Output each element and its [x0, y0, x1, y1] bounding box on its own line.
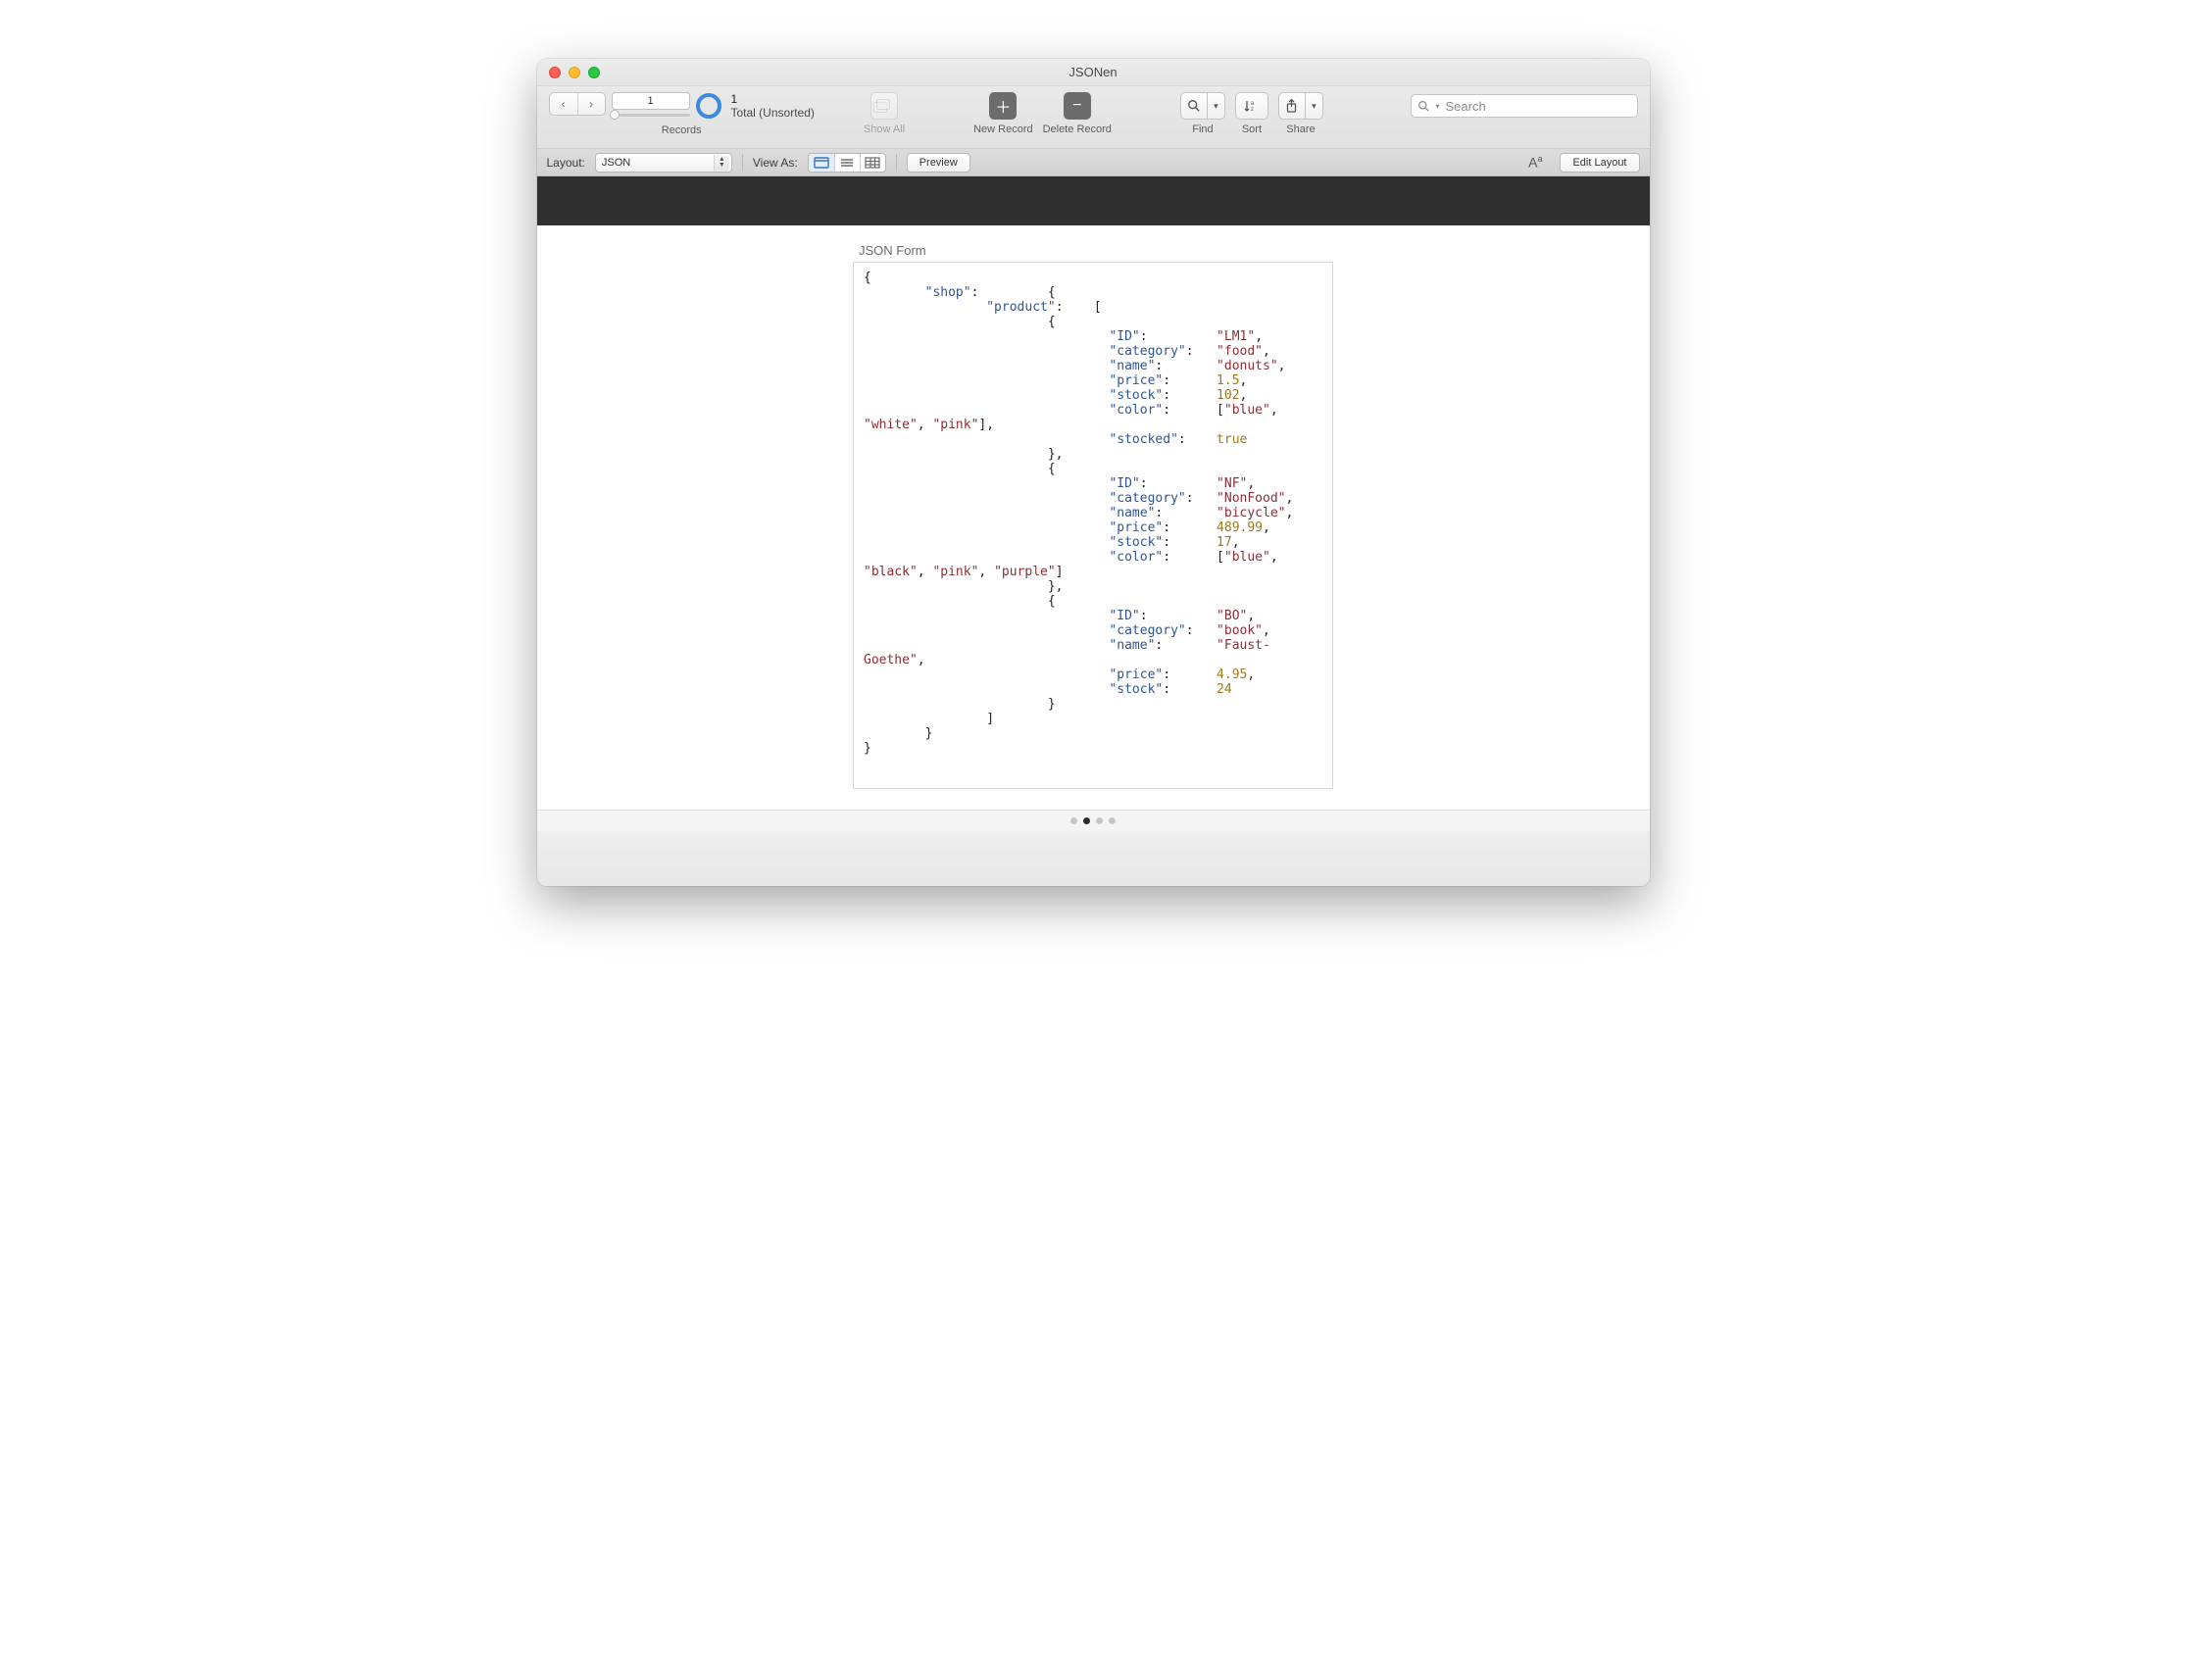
show-all-button[interactable] [870, 92, 898, 120]
svg-text:z: z [1251, 107, 1254, 113]
page-dot[interactable] [1109, 817, 1116, 824]
chevron-updown-icon: ▲▼ [714, 155, 729, 171]
edit-layout-button[interactable]: Edit Layout [1560, 153, 1639, 173]
records-status: 1 Total (Unsorted) [731, 92, 815, 121]
divider [742, 154, 743, 172]
view-table-button[interactable] [860, 154, 885, 172]
layout-label: Layout: [547, 156, 585, 170]
record-nav: ‹ › [549, 92, 606, 116]
find-label: Find [1192, 124, 1213, 135]
find-menu-button[interactable]: ▾ [1208, 92, 1225, 120]
layout-bar: Layout: JSON ▲▼ View As: Preview Aa Edit… [537, 149, 1650, 176]
new-record-group: ＋ New Record [973, 92, 1033, 135]
page-dots [537, 810, 1650, 831]
sort-label: Sort [1242, 124, 1262, 135]
layout-select[interactable]: JSON ▲▼ [595, 153, 732, 173]
layout-value: JSON [602, 157, 630, 169]
search-input[interactable]: ▾ Search [1411, 94, 1638, 118]
edit-layout-label: Edit Layout [1572, 157, 1626, 169]
share-label: Share [1286, 124, 1315, 135]
app-window: JSONen ‹ › 1 [537, 59, 1650, 886]
new-record-button[interactable]: ＋ [989, 92, 1017, 120]
records-group: ‹ › 1 1 Total (Unsorted) Rec [549, 92, 815, 136]
view-mode-segment [808, 153, 886, 173]
page-dot[interactable] [1070, 817, 1077, 824]
records-status-text: Total (Unsorted) [731, 106, 815, 120]
view-list-button[interactable] [834, 154, 860, 172]
form-title: JSON Form [859, 243, 1333, 258]
search-placeholder: Search [1446, 99, 1486, 114]
titlebar: JSONen [537, 59, 1650, 86]
next-record-button[interactable]: › [577, 93, 605, 115]
find-group: ▾ Find [1180, 92, 1225, 135]
record-number-input[interactable]: 1 [612, 92, 690, 110]
main-toolbar: ‹ › 1 1 Total (Unsorted) Rec [537, 86, 1650, 149]
layout-header-part [537, 176, 1650, 225]
show-all-label: Show All [864, 124, 905, 135]
record-slider[interactable] [612, 112, 690, 118]
records-pie-icon[interactable] [696, 93, 721, 119]
share-button[interactable] [1278, 92, 1306, 120]
new-record-label: New Record [973, 124, 1033, 135]
view-form-button[interactable] [809, 154, 834, 172]
share-group: ▾ Share [1278, 92, 1323, 135]
record-number-input-wrap: 1 [612, 92, 690, 118]
preview-button[interactable]: Preview [907, 153, 970, 173]
page-dot[interactable] [1096, 817, 1103, 824]
delete-record-group: − Delete Record [1043, 92, 1112, 135]
sort-button[interactable]: a z [1235, 92, 1268, 120]
delete-record-label: Delete Record [1043, 124, 1112, 135]
window-title: JSONen [537, 65, 1650, 79]
text-format-button[interactable]: Aa [1528, 154, 1542, 171]
body-part: JSON Form { "shop": { "product": [ { "ID… [537, 225, 1650, 810]
json-field[interactable]: { "shop": { "product": [ { "ID": "LM1", … [853, 262, 1333, 789]
delete-record-button[interactable]: − [1064, 92, 1091, 120]
search-icon [1417, 100, 1430, 113]
window-footer [537, 831, 1650, 886]
records-label: Records [662, 124, 702, 136]
records-count: 1 [731, 92, 738, 106]
view-as-label: View As: [753, 156, 798, 170]
sort-group: a z Sort [1235, 92, 1268, 135]
preview-label: Preview [919, 157, 958, 169]
divider [896, 154, 897, 172]
prev-record-button[interactable]: ‹ [550, 93, 577, 115]
page-dot[interactable] [1083, 817, 1090, 824]
share-menu-button[interactable]: ▾ [1306, 92, 1323, 120]
find-button[interactable] [1180, 92, 1208, 120]
show-all-group: Show All [864, 92, 905, 135]
